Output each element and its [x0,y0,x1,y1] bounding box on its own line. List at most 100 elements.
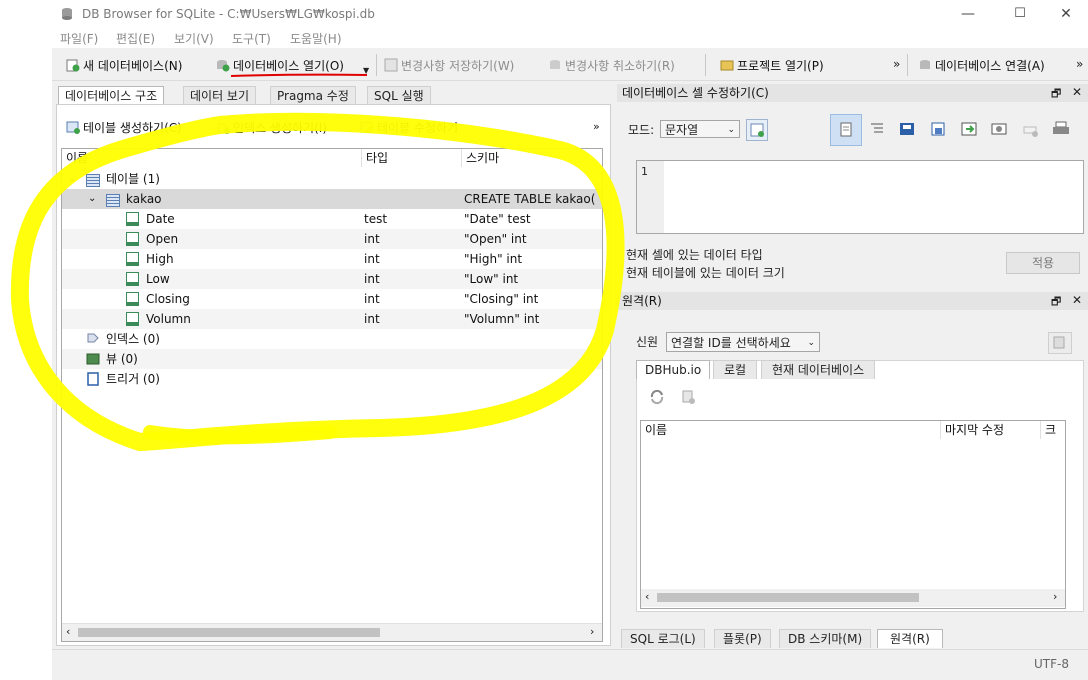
menu-edit[interactable]: 편집(E) [116,30,155,47]
open-project-button[interactable]: 프로젝트 열기(P) [720,56,824,74]
new-database-button[interactable]: 새 데이터베이스(N) [66,56,182,74]
identity-select[interactable]: 연결할 ID를 선택하세요 ⌄ [666,332,820,352]
tab-browse-data[interactable]: 데이터 보기 [183,86,257,105]
refresh-icon[interactable] [649,389,665,405]
modify-table-button[interactable]: 테이블 수정하기 [360,118,458,136]
indent-icon[interactable] [869,122,885,136]
tab-current-database[interactable]: 현재 데이터베이스 [761,360,876,379]
word-wrap-button[interactable] [830,114,862,146]
remote-action-button[interactable] [1048,332,1072,354]
column-header-name[interactable]: 이름 [641,421,941,439]
menu-help[interactable]: 도움말(H) [290,30,342,47]
float-dock-icon[interactable]: 🗗 [1051,85,1061,104]
import-icon[interactable] [898,121,918,139]
tab-db-schema[interactable]: DB 스키마(M) [779,629,872,648]
tree-node-field[interactable]: Volumn int "Volumn" int [62,309,602,329]
column-header-size[interactable]: 크기 [1041,421,1065,439]
modify-table-label: 테이블 수정하기 [377,120,459,135]
scroll-right-icon[interactable]: › [1053,590,1057,603]
field-name: Open [146,232,179,246]
tab-sql-log[interactable]: SQL 로그(L) [621,629,705,648]
menu-tools[interactable]: 도구(T) [232,30,271,47]
tab-database-structure[interactable]: 데이터베이스 구조 [58,86,165,105]
schema-tree[interactable]: 이름 타입 스키마 ⌄ 테이블 (1) ⌄ kakao CREATE TABLE… [61,148,603,642]
horizontal-scrollbar[interactable]: ‹ › [62,623,602,641]
tab-execute-sql[interactable]: SQL 실행 [367,86,431,105]
close-dock-icon[interactable]: ✕ [1072,293,1082,307]
toolbar-separator [705,54,706,76]
menu-bar: 파일(F) 편집(E) 보기(V) 도구(T) 도움말(H) [52,28,1088,48]
chevron-down-icon: ⌄ [807,338,815,348]
field-name: Volumn [146,312,191,326]
tree-node-table-kakao[interactable]: ⌄ kakao CREATE TABLE kakao( [62,189,602,209]
float-dock-icon[interactable]: 🗗 [1051,293,1061,312]
write-changes-icon [384,58,398,72]
column-header-name[interactable]: 이름 [62,149,362,167]
tree-node-field[interactable]: Date test "Date" test [62,209,602,229]
tree-node-triggers[interactable]: 트리거 (0) [62,369,602,389]
toolbar-overflow-icon[interactable]: » [1076,57,1083,71]
tree-node-views[interactable]: 뷰 (0) [62,349,602,369]
clone-icon [1053,336,1065,349]
line-number: 1 [641,165,648,178]
revert-changes-button[interactable]: 변경사항 취소하기(R) [548,56,675,74]
structure-toolbar-overflow-icon[interactable]: » [593,120,600,133]
chevron-down-icon[interactable]: ⌄ [68,169,76,189]
tree-node-field[interactable]: Open int "Open" int [62,229,602,249]
tab-edit-pragmas[interactable]: Pragma 수정 [270,86,356,105]
remote-title: 원격(R) [622,294,662,308]
column-header-type[interactable]: 타입 [362,149,462,167]
revert-changes-icon [548,58,562,72]
field-schema: "Open" int [464,232,527,246]
menu-view[interactable]: 보기(V) [174,30,214,47]
tree-node-field[interactable]: High int "High" int [62,249,602,269]
auto-switch-mode-button[interactable] [746,119,768,141]
tree-node-tables[interactable]: ⌄ 테이블 (1) [62,169,602,189]
tab-plot[interactable]: 플롯(P) [714,629,771,648]
clear-icon[interactable] [1022,122,1040,138]
scroll-left-icon[interactable]: ‹ [645,590,649,603]
tree-node-indexes[interactable]: 인덱스 (0) [62,329,602,349]
chevron-down-icon[interactable]: ⌄ [88,189,96,209]
scroll-right-icon[interactable]: › [590,625,594,638]
remote-file-list[interactable]: 이름 마지막 수정 크기 ‹ › [640,420,1066,609]
tree-node-field[interactable]: Closing int "Closing" int [62,289,602,309]
print-icon[interactable] [1052,121,1070,137]
maximize-button[interactable]: ☐ [1000,4,1040,24]
field-type: int [364,292,380,306]
create-table-button[interactable]: 테이블 생성하기(C) [66,118,182,136]
create-index-button[interactable]: 인덱스 생성하기(I) [216,118,327,136]
cell-editor[interactable]: 1 [636,160,1084,234]
mode-value: 문자열 [665,123,699,137]
close-button[interactable]: ✕ [1046,4,1086,24]
column-header-schema[interactable]: 스키마 [462,149,602,167]
tab-local[interactable]: 로컬 [713,360,758,379]
horizontal-scrollbar[interactable]: ‹ › [641,589,1065,607]
encoding-label: UTF-8 [1034,657,1069,671]
open-database-dropdown-icon[interactable]: ▼ [363,66,369,75]
tab-dbhub[interactable]: DBHub.io [636,360,711,379]
apply-button[interactable]: 적용 [1006,252,1080,274]
menu-file[interactable]: 파일(F) [60,30,98,47]
scrollbar-thumb[interactable] [657,593,919,602]
field-type: test [364,212,388,226]
open-database-button[interactable]: 데이터베이스 열기(O) [216,56,344,74]
export-icon[interactable] [930,121,946,137]
scroll-left-icon[interactable]: ‹ [66,625,70,638]
minimize-button[interactable]: — [948,4,988,24]
mode-select[interactable]: 문자열 ⌄ [660,120,740,138]
mode-label: 모드: [628,123,655,137]
toolbar-overflow-icon[interactable]: » [893,57,900,71]
attach-database-button[interactable]: 데이터베이스 연결(A) [918,56,1045,74]
table-name: kakao [126,192,162,206]
set-null-icon[interactable] [960,121,978,137]
column-header-last-modified[interactable]: 마지막 수정 [941,421,1041,439]
tree-node-field[interactable]: Low int "Low" int [62,269,602,289]
scrollbar-thumb[interactable] [78,628,380,637]
close-dock-icon[interactable]: ✕ [1072,85,1082,99]
open-in-app-icon[interactable] [990,121,1008,137]
write-changes-button[interactable]: 변경사항 저장하기(W) [384,56,514,74]
clone-database-icon[interactable] [680,389,696,405]
tab-remote[interactable]: 원격(R) [877,629,943,648]
field-schema: "Low" int [464,272,519,286]
